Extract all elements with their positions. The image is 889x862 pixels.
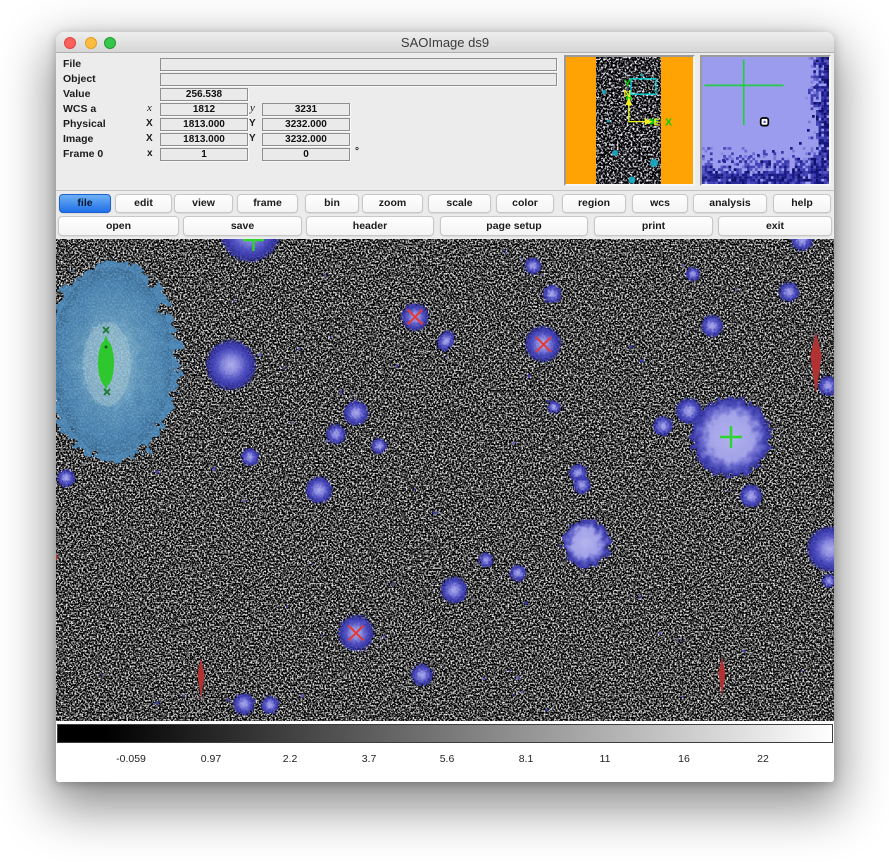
svg-text:X: X <box>665 117 672 129</box>
svg-text:E: E <box>654 117 661 129</box>
svg-text:N: N <box>624 88 632 100</box>
